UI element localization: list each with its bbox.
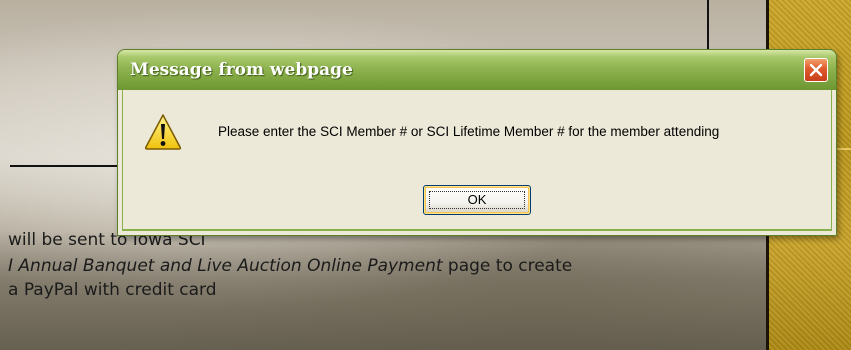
ok-button[interactable]: OK [423, 185, 531, 215]
warning-icon [144, 114, 182, 150]
page-text-line: a PayPal with credit card [8, 280, 217, 300]
dialog-body: Please enter the SCI Member # or SCI Lif… [122, 90, 832, 231]
dialog-title: Message from webpage [130, 60, 353, 80]
page-text-span: page to create [442, 256, 573, 276]
message-dialog: Message from webpage Please enter the SC… [117, 49, 837, 236]
page-text-line: I Annual Banquet and Live Auction Online… [8, 256, 572, 277]
dialog-message: Please enter the SCI Member # or SCI Lif… [218, 124, 720, 139]
focus-outline [429, 191, 525, 209]
close-button[interactable] [804, 58, 828, 82]
close-icon [809, 63, 823, 77]
webpage-background: will be sent to Iowa SCI I Annual Banque… [0, 0, 851, 350]
dialog-titlebar[interactable]: Message from webpage [118, 50, 836, 90]
frame-divider [10, 165, 122, 167]
page-link-text: I Annual Banquet and Live Auction Online… [8, 256, 443, 276]
frame-divider [707, 0, 709, 52]
